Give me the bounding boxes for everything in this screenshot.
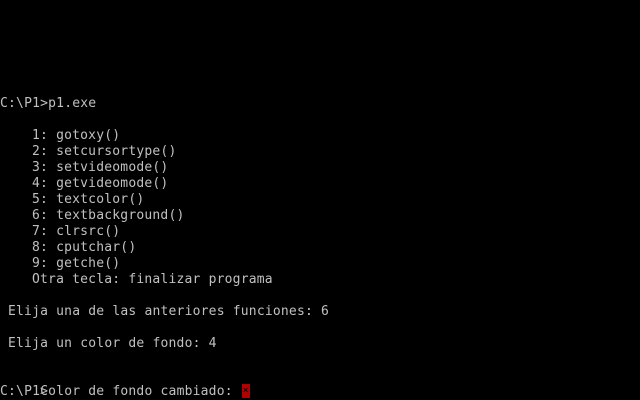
menu-item-2: 2: setcursortype()	[32, 144, 177, 159]
menu-item-4: 4: getvideomode()	[32, 176, 169, 191]
menu-item-3: 3: setvideomode()	[32, 160, 169, 175]
menu-item-1: 1: gotoxy()	[32, 128, 121, 143]
result-line: Color de fondo cambiado: ×	[0, 368, 250, 399]
menu-item-6: 6: textbackground()	[32, 208, 185, 223]
menu-item-8: 8: cputchar()	[32, 240, 137, 255]
red-background-cell: ×	[241, 383, 250, 398]
command-line: C:\P1>p1.exe	[0, 96, 97, 111]
final-prompt[interactable]: C:\P1>	[0, 384, 48, 400]
result-message: Color de fondo cambiado:	[40, 384, 241, 399]
dos-console-screen[interactable]: C:\P1>p1.exe 1: gotoxy() 2: setcursortyp…	[0, 0, 640, 400]
menu-item-9: 9: getche()	[32, 256, 121, 271]
prompt-color-choice: Elija un color de fondo: 4	[8, 336, 217, 351]
menu-item-other: Otra tecla: finalizar programa	[32, 272, 273, 287]
menu-item-5: 5: textcolor()	[32, 192, 145, 207]
menu-item-7: 7: clrsrc()	[32, 224, 121, 239]
prompt-function-choice: Elija una de las anteriores funciones: 6	[8, 304, 330, 319]
